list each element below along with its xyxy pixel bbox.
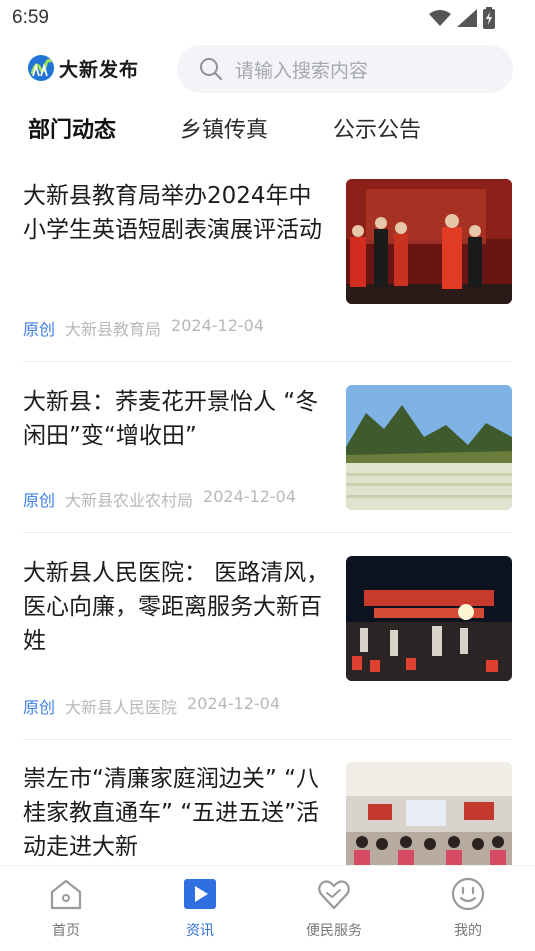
battery-icon	[483, 7, 495, 29]
article-list: 大新县教育局举办2024年中小学生英语短剧表演展评活动 原创 大新县教育局 20…	[0, 165, 535, 865]
article-title: 崇左市“清廉家庭润边关” “八桂家教直通车” “五进五送”活动走进大新	[23, 766, 320, 860]
list-item[interactable]: 崇左市“清廉家庭润边关” “八桂家教直通车” “五进五送”活动走进大新	[0, 762, 535, 865]
divider	[23, 361, 512, 362]
article-thumbnail	[346, 385, 512, 510]
app-logo-icon	[28, 55, 54, 81]
article-meta: 原创 大新县农业农村局 2024-12-04	[23, 487, 296, 511]
article-thumbnail	[346, 762, 512, 865]
article-date: 2024-12-04	[187, 694, 281, 713]
article-tag: 原创	[23, 320, 56, 339]
status-bar: 6:59	[0, 0, 535, 36]
home-icon	[50, 879, 82, 910]
nav-services-label: 便民服务	[306, 923, 362, 939]
article-tag: 原创	[23, 698, 56, 717]
app-logo: 大新发布	[27, 54, 139, 82]
heart-hands-icon	[318, 880, 350, 910]
article-meta: 原创 大新县教育局 2024-12-04	[23, 316, 264, 340]
article-thumbnail	[346, 556, 512, 681]
nav-profile[interactable]: 我的	[418, 876, 518, 940]
list-item[interactable]: 大新县：荞麦花开景怡人 “冬闲田”变“增收田” 原创 大新县农业农村局 2024…	[0, 385, 535, 535]
divider	[23, 739, 512, 740]
article-date: 2024-12-04	[171, 316, 265, 335]
nav-home[interactable]: 首页	[16, 876, 116, 940]
article-title: 大新县教育局举办2024年中小学生英语短剧表演展评活动	[23, 183, 322, 243]
list-item[interactable]: 大新县教育局举办2024年中小学生英语短剧表演展评活动 原创 大新县教育局 20…	[0, 179, 535, 355]
search-placeholder: 请输入搜索内容	[235, 59, 369, 82]
app-header: 大新发布 请输入搜索内容	[0, 44, 535, 94]
tab-department-news[interactable]: 部门动态	[28, 112, 116, 144]
article-source: 大新县教育局	[65, 320, 162, 339]
tab-township-fax[interactable]: 乡镇传真	[180, 112, 268, 144]
article-source: 大新县人民医院	[65, 698, 178, 717]
search-icon	[200, 58, 222, 80]
article-source: 大新县农业农村局	[65, 491, 194, 510]
nav-home-label: 首页	[52, 923, 80, 939]
app-logo-text: 大新发布	[59, 58, 140, 81]
cellular-signal-icon	[457, 9, 477, 27]
nav-profile-label: 我的	[454, 923, 482, 939]
article-tag: 原创	[23, 491, 56, 510]
status-icons	[429, 7, 495, 29]
list-item[interactable]: 大新县人民医院： 医路清风，医心向廉，零距离服务大新百姓 原创 大新县人民医院 …	[0, 556, 535, 736]
nav-services[interactable]: 便民服务	[284, 876, 384, 940]
tab-public-notice[interactable]: 公示公告	[333, 112, 421, 144]
play-icon	[184, 879, 216, 909]
article-thumbnail	[346, 179, 512, 304]
article-title: 大新县人民医院： 医路清风，医心向廉，零距离服务大新百姓	[23, 560, 330, 654]
wifi-icon	[429, 10, 451, 26]
nav-news[interactable]: 资讯	[150, 876, 250, 940]
category-tabs: 部门动态 乡镇传真 公示公告	[0, 112, 535, 156]
article-title: 大新县：荞麦花开景怡人 “冬闲田”变“增收田”	[23, 389, 319, 449]
article-date: 2024-12-04	[203, 487, 297, 506]
search-input[interactable]: 请输入搜索内容	[177, 45, 513, 93]
article-meta: 原创 大新县人民医院 2024-12-04	[23, 694, 280, 718]
nav-news-label: 资讯	[186, 923, 214, 939]
divider	[23, 532, 512, 533]
bottom-nav: 首页 资讯 便民服务 我的	[0, 865, 535, 951]
status-time: 6:59	[12, 7, 49, 28]
smile-icon	[451, 877, 485, 911]
